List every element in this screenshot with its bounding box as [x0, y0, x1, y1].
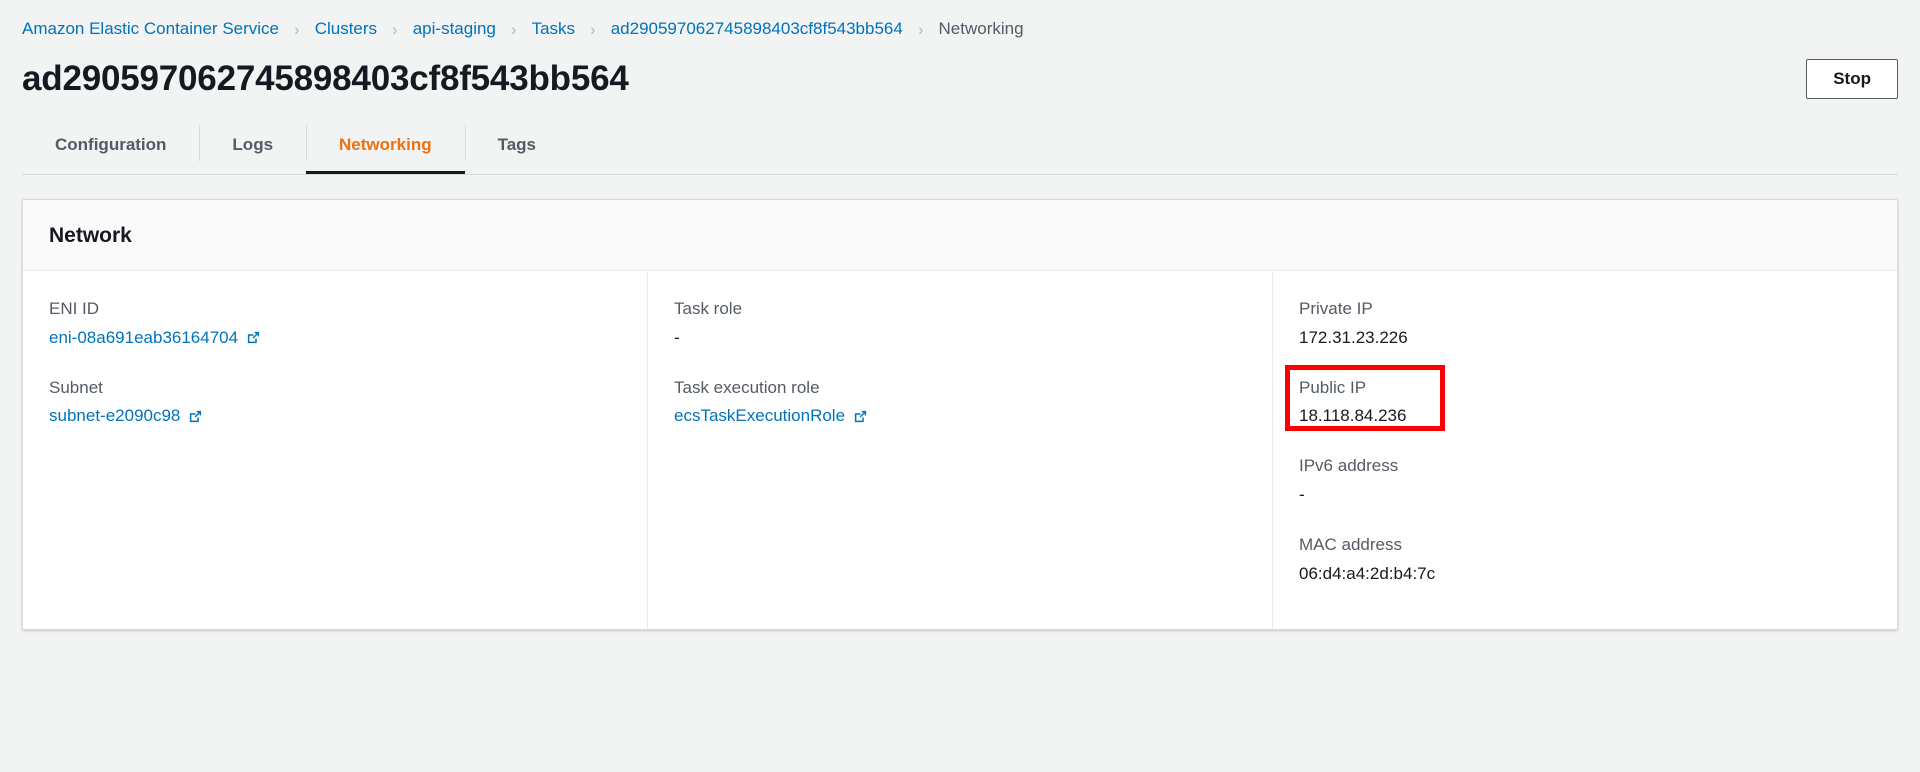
page-title: ad290597062745898403cf8f543bb564 — [22, 58, 629, 98]
field-label: Subnet — [49, 377, 103, 397]
tab-label: Configuration — [55, 135, 167, 154]
breadcrumb-item-3[interactable]: api-staging — [413, 19, 496, 39]
breadcrumb-separator-icon: › — [918, 19, 924, 39]
field-value: - — [1299, 483, 1871, 507]
field-value-text: eni-08a691eab36164704 — [49, 327, 239, 347]
breadcrumb-separator-icon: › — [294, 19, 300, 39]
tab-label: Networking — [339, 135, 432, 154]
field-value-link[interactable]: ecsTaskExecutionRole — [674, 404, 868, 428]
breadcrumb-separator-icon: › — [392, 19, 398, 39]
field-value: 172.31.23.226 — [1299, 326, 1871, 350]
field-value-link[interactable]: eni-08a691eab36164704 — [49, 326, 261, 350]
field-value-text: - — [1299, 484, 1305, 504]
breadcrumb-item-6: Networking — [938, 19, 1024, 38]
tab-list: Configuration Logs Networking Tags — [0, 116, 1920, 175]
breadcrumb-item-4[interactable]: Tasks — [532, 19, 575, 39]
page-header: ad290597062745898403cf8f543bb564 Stop — [0, 40, 1920, 102]
field-ipv6-address: IPv6 address - — [1299, 454, 1871, 507]
network-column-2: Task role - Task execution role ecsTaskExec… — [647, 271, 1272, 629]
network-card: Network ENI ID eni-08a691eab36164704 Subne… — [22, 199, 1898, 630]
field-label: Task execution role — [674, 377, 820, 397]
field-label: Task role — [674, 299, 743, 318]
field-label: IPv6 address — [1299, 456, 1399, 476]
network-card-header: Network — [23, 200, 1897, 271]
tab-label: Tags — [497, 135, 537, 154]
field-task-role: Task role - — [674, 297, 1246, 350]
network-card-title: Network — [49, 224, 132, 247]
breadcrumb-item-2[interactable]: Clusters — [315, 19, 377, 39]
tab-logs[interactable]: Logs — [199, 116, 306, 174]
breadcrumb: Amazon Elastic Container Service › Cluster… — [0, 0, 1920, 40]
external-link-icon — [246, 330, 261, 345]
network-column-1: ENI ID eni-08a691eab36164704 Subnet subnet-… — [23, 271, 647, 629]
field-public-ip: Public IP 18.118.84.236 — [1285, 364, 1871, 431]
tab-networking[interactable]: Networking — [306, 116, 465, 175]
tab-tags[interactable]: Tags — [464, 116, 569, 174]
network-column-3: Private IP 172.31.23.226 Public IP 18.118.8… — [1272, 271, 1897, 629]
network-card-body: ENI ID eni-08a691eab36164704 Subnet subnet-… — [23, 271, 1897, 629]
field-value-link[interactable]: subnet-e2090c98 — [49, 404, 203, 428]
field-private-ip: Private IP 172.31.23.226 — [1299, 297, 1871, 350]
field-value-text: - — [674, 327, 680, 347]
field-value-text: subnet-e2090c98 — [49, 406, 181, 426]
field-value-text: 18.118.84.236 — [1299, 406, 1407, 426]
field-value: 18.118.84.236 — [1299, 404, 1871, 428]
field-task-execution-role: Task execution role ecsTaskExecutionRole — [674, 376, 1246, 429]
breadcrumb-item-1[interactable]: Amazon Elastic Container Service — [22, 19, 279, 39]
stop-button[interactable]: Stop — [1806, 59, 1898, 99]
field-value: - — [674, 326, 1246, 350]
external-link-icon — [853, 409, 868, 424]
breadcrumb-separator-icon: › — [511, 19, 517, 39]
tab-configuration[interactable]: Configuration — [22, 116, 199, 174]
field-value-text: ecsTaskExecutionRole — [674, 406, 846, 426]
breadcrumb-separator-icon: › — [590, 19, 596, 39]
field-label: Private IP — [1299, 299, 1373, 318]
field-value-text: 172.31.23.226 — [1299, 327, 1408, 347]
tab-bar-divider — [22, 174, 1898, 175]
field-mac-address: MAC address 06:d4:a4:2d:b4:7c — [1299, 533, 1871, 586]
field-value-text: 06:d4:a4:2d:b4:7c — [1299, 563, 1436, 583]
field-value: 06:d4:a4:2d:b4:7c — [1299, 562, 1871, 586]
field-label: ENI ID — [49, 299, 100, 318]
external-link-icon — [188, 409, 203, 424]
field-label: MAC address — [1299, 534, 1402, 554]
tab-bar: Configuration Logs Networking Tags — [0, 116, 1920, 175]
breadcrumb-item-5[interactable]: ad290597062745898403cf8f543bb564 — [611, 19, 903, 39]
tab-label: Logs — [232, 135, 274, 154]
field-label: Public IP — [1299, 377, 1367, 397]
field-subnet: Subnet subnet-e2090c98 — [49, 376, 621, 429]
field-eni-id: ENI ID eni-08a691eab36164704 — [49, 297, 621, 350]
